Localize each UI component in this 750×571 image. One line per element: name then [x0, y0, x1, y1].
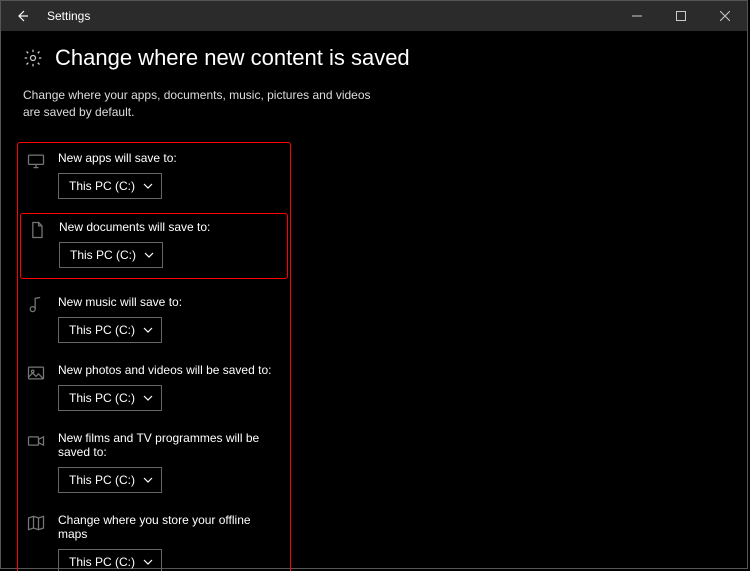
chevron-down-icon	[143, 325, 153, 335]
row-body-music: New music will save to: This PC (C:)	[58, 295, 282, 343]
row-body-maps: Change where you store your offline maps…	[58, 513, 282, 571]
content-area: Change where new content is saved Change…	[1, 31, 747, 571]
minimize-button[interactable]	[615, 1, 659, 31]
row-documents-highlight: New documents will save to: This PC (C:)	[20, 213, 288, 279]
row-body-documents: New documents will save to: This PC (C:)	[59, 220, 281, 268]
row-documents: New documents will save to: This PC (C:)	[27, 218, 281, 270]
chevron-down-icon	[143, 393, 153, 403]
chevron-down-icon	[143, 557, 153, 567]
dropdown-value-documents: This PC (C:)	[70, 248, 136, 262]
chevron-down-icon	[144, 250, 154, 260]
maximize-button[interactable]	[659, 1, 703, 31]
dropdown-films[interactable]: This PC (C:)	[58, 467, 162, 493]
row-apps: New apps will save to: This PC (C:)	[26, 149, 282, 201]
label-photos: New photos and videos will be saved to:	[58, 363, 282, 377]
chevron-down-icon	[143, 181, 153, 191]
chevron-down-icon	[143, 475, 153, 485]
dropdown-maps[interactable]: This PC (C:)	[58, 549, 162, 571]
monitor-icon	[26, 151, 46, 171]
window-controls	[615, 1, 747, 31]
map-icon	[26, 513, 46, 533]
row-body-photos: New photos and videos will be saved to: …	[58, 363, 282, 411]
dropdown-value-apps: This PC (C:)	[69, 179, 135, 193]
image-icon	[26, 363, 46, 383]
back-button[interactable]	[7, 1, 37, 31]
back-arrow-icon	[14, 8, 30, 24]
titlebar: Settings	[1, 1, 747, 31]
page-title: Change where new content is saved	[55, 45, 410, 71]
gear-icon	[23, 48, 43, 68]
dropdown-apps[interactable]: This PC (C:)	[58, 173, 162, 199]
save-locations-group: New apps will save to: This PC (C:)	[17, 142, 291, 571]
dropdown-documents[interactable]: This PC (C:)	[59, 242, 163, 268]
label-documents: New documents will save to:	[59, 220, 281, 234]
dropdown-value-maps: This PC (C:)	[69, 555, 135, 569]
row-music: New music will save to: This PC (C:)	[26, 293, 282, 345]
dropdown-value-films: This PC (C:)	[69, 473, 135, 487]
video-camera-icon	[26, 431, 46, 451]
page-subtext: Change where your apps, documents, music…	[23, 87, 383, 122]
close-icon	[720, 11, 730, 21]
music-note-icon	[26, 295, 46, 315]
label-apps: New apps will save to:	[58, 151, 282, 165]
row-body-films: New films and TV programmes will be save…	[58, 431, 282, 493]
minimize-icon	[632, 11, 642, 21]
dropdown-value-music: This PC (C:)	[69, 323, 135, 337]
row-body-apps: New apps will save to: This PC (C:)	[58, 151, 282, 199]
row-films: New films and TV programmes will be save…	[26, 429, 282, 495]
settings-window: Settings Change where new content is sav…	[0, 0, 748, 569]
dropdown-photos[interactable]: This PC (C:)	[58, 385, 162, 411]
page-heading-row: Change where new content is saved	[23, 45, 725, 71]
dropdown-music[interactable]: This PC (C:)	[58, 317, 162, 343]
row-maps: Change where you store your offline maps…	[26, 511, 282, 571]
maximize-icon	[676, 11, 686, 21]
document-icon	[27, 220, 47, 240]
label-music: New music will save to:	[58, 295, 282, 309]
row-photos: New photos and videos will be saved to: …	[26, 361, 282, 413]
close-button[interactable]	[703, 1, 747, 31]
window-title: Settings	[47, 9, 90, 23]
label-films: New films and TV programmes will be save…	[58, 431, 282, 459]
label-maps: Change where you store your offline maps	[58, 513, 282, 541]
dropdown-value-photos: This PC (C:)	[69, 391, 135, 405]
